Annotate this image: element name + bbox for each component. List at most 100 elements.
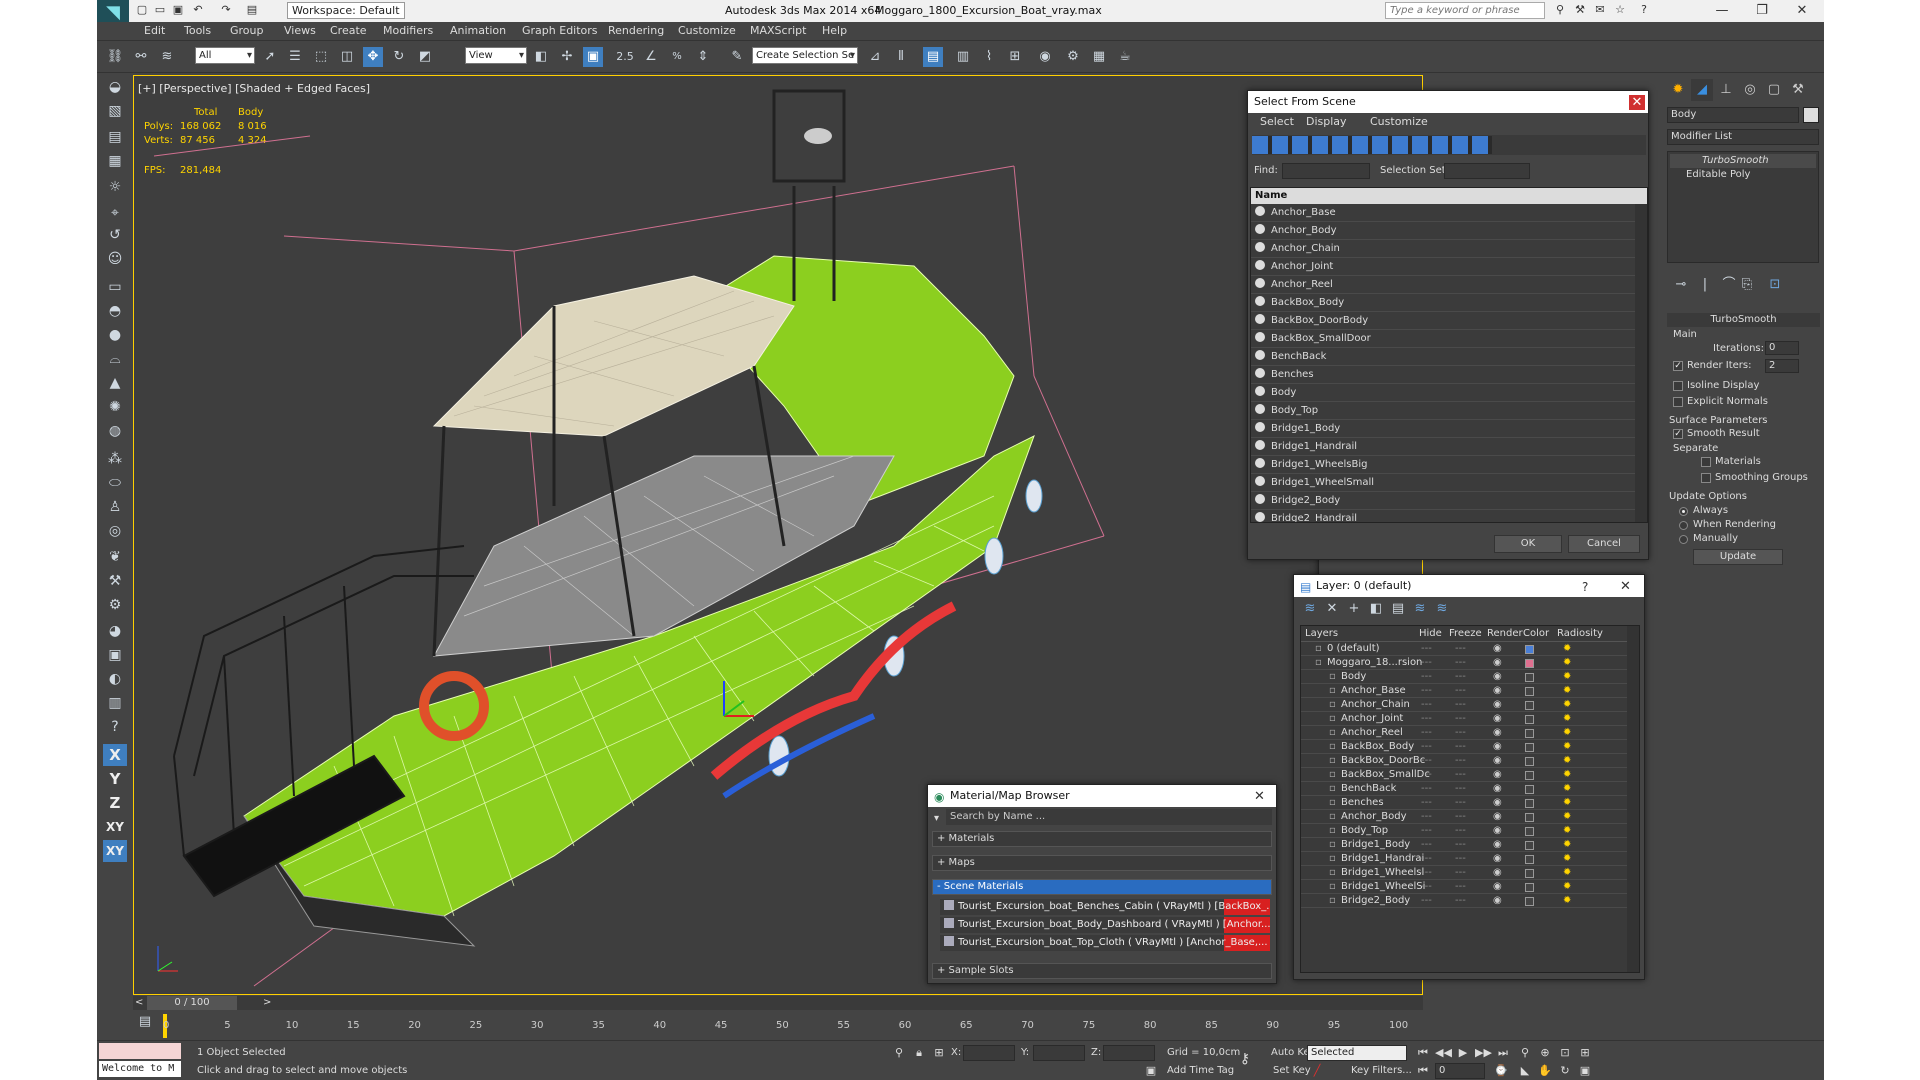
find-input[interactable] [1282,163,1370,179]
render-toggle-icon[interactable]: ◉ [1493,796,1502,810]
freeze-toggle[interactable]: --- [1455,866,1466,880]
go-to-end-icon[interactable]: ⏭ [1495,1045,1511,1061]
key-icon[interactable]: ⚷ [1237,1051,1253,1067]
layer-color-swatch[interactable] [1525,869,1534,878]
axis-x-button[interactable]: X [103,744,127,766]
graphite-ribbon-icon[interactable]: ▥ [953,47,973,67]
sfs-menu-customize[interactable]: Customize [1370,115,1428,128]
close-icon[interactable]: ✕ [1620,579,1631,594]
select-objects-in-layer-icon[interactable]: ◧ [1366,599,1386,619]
menu-modifiers[interactable]: Modifiers [383,24,433,37]
frame-buffer-icon[interactable]: ▥ [103,692,127,714]
radiosity-icon[interactable]: ✹ [1563,866,1571,880]
object-name-field[interactable]: Body [1667,107,1799,123]
radiosity-icon[interactable]: ✹ [1563,740,1571,754]
object-list-item[interactable]: Bridge1_Body [1251,420,1647,438]
particles-icon[interactable]: ⁂ [103,448,127,470]
select-and-rotate-icon[interactable]: ↻ [389,47,409,67]
remove-modifier-icon[interactable]: ⎘ [1737,275,1757,295]
object-list-item[interactable]: Anchor_Body [1251,222,1647,240]
character-icon[interactable]: ☺ [103,248,127,270]
object-list-item[interactable]: Bridge1_WheelsBig [1251,456,1647,474]
binoculars-icon[interactable]: ⚲ [1553,3,1567,17]
subscription-icon[interactable]: ⚒ [1573,3,1587,17]
set-key-mode-icon[interactable]: ╱ [1309,1063,1325,1079]
modify-tab-icon[interactable]: ◢ [1691,79,1713,101]
scene-material-item[interactable]: Tourist_Excursion_boat_Benches_Cabin ( V… [940,899,1270,915]
next-frame-icon[interactable]: ▶▶ [1475,1045,1492,1061]
render-toggle-icon[interactable]: ◉ [1493,698,1502,712]
render-toggle-icon[interactable]: ◉ [1493,670,1502,684]
light-icon[interactable]: ☼ [103,176,127,198]
smooth-result-checkbox[interactable]: ✓ [1673,429,1683,439]
render-toggle-icon[interactable]: ◉ [1493,838,1502,852]
radiosity-icon[interactable]: ✹ [1563,670,1571,684]
plane-icon[interactable]: ▭ [103,276,127,298]
set-key-button[interactable]: Set Key [1273,1065,1311,1076]
radiosity-icon[interactable]: ✹ [1563,796,1571,810]
update-button[interactable]: Update [1693,549,1783,565]
layer-color-swatch[interactable] [1525,715,1534,724]
ok-button[interactable]: OK [1494,535,1562,553]
save-file-icon[interactable]: ▣ [171,3,185,17]
render-toggle-icon[interactable]: ◉ [1493,880,1502,894]
add-time-tag-button[interactable]: Add Time Tag [1167,1065,1234,1076]
render-iters-checkbox[interactable]: ✓ [1673,361,1683,371]
material-sphere-icon[interactable]: ◍ [103,420,127,442]
rectangular-selection-icon[interactable]: ⬚ [311,47,331,67]
freeze-all-layers-icon[interactable]: ≋ [1432,599,1452,619]
favorites-icon[interactable]: ☆ [1613,3,1627,17]
layer-color-swatch[interactable] [1525,757,1534,766]
object-list-item[interactable]: Anchor_Reel [1251,276,1647,294]
x-coordinate-field[interactable] [963,1045,1015,1061]
layer-color-swatch[interactable] [1525,883,1534,892]
show-end-result-icon[interactable]: | [1695,275,1715,295]
hat-icon[interactable]: ⌓ [103,348,127,370]
y-coordinate-field[interactable] [1033,1045,1085,1061]
modifier-list-dropdown[interactable]: Modifier List [1667,129,1819,145]
layer-row[interactable]: ▫ 0 (default) --- --- ◉ ✹ [1301,642,1639,656]
schematic-view-icon[interactable]: ⊞ [1005,47,1025,67]
bind-space-warp-icon[interactable]: ≋ [157,47,177,67]
layer-row[interactable]: ▫ Anchor_Body --- --- ◉ ✹ [1301,810,1639,824]
object-list-item[interactable]: BackBox_DoorBody [1251,312,1647,330]
render-toggle-icon[interactable]: ◉ [1493,656,1502,670]
freeze-toggle[interactable]: --- [1455,642,1466,656]
percent-snap-icon[interactable]: % [667,47,687,67]
group-maps[interactable]: + Maps [932,855,1272,871]
separate-materials-checkbox[interactable] [1701,457,1711,467]
layer-row[interactable]: ▫ Bridge1_Handrai --- --- ◉ ✹ [1301,852,1639,866]
time-slider-thumb[interactable]: 0 / 100 [147,996,237,1010]
render-toggle-icon[interactable]: ◉ [1493,866,1502,880]
rendered-frame-window-icon[interactable]: ▦ [1089,47,1109,67]
create-layer-icon[interactable]: ≋ [1300,599,1320,619]
time-next-icon[interactable]: > [263,997,271,1008]
freeze-toggle[interactable]: --- [1455,712,1466,726]
layer-help-button[interactable]: ? [1582,580,1588,594]
layer-color-swatch[interactable] [1525,645,1534,654]
render-toggle-icon[interactable]: ◉ [1493,754,1502,768]
freeze-toggle[interactable]: --- [1455,656,1466,670]
unlink-icon[interactable]: ⚯ [131,47,151,67]
object-list-scrollbar[interactable] [1635,204,1647,522]
object-list-item[interactable]: Body_Top [1251,402,1647,420]
menu-graph-editors[interactable]: Graph Editors [522,24,598,37]
radiosity-icon[interactable]: ✹ [1563,642,1571,656]
gear-icon[interactable]: ⚙ [103,594,127,616]
edit-named-selection-icon[interactable]: ✎ [727,47,747,67]
new-file-icon[interactable]: ▢ [135,3,149,17]
highlight-selected-layer-icon[interactable]: ▤ [1388,599,1408,619]
selection-filter-dropdown[interactable]: All [195,47,255,64]
stack-turbosmooth[interactable]: TurboSmooth [1670,154,1816,168]
pan-icon[interactable]: ✋ [1537,1063,1553,1079]
column-header-name[interactable]: Name [1251,188,1647,204]
render-toggle-icon[interactable]: ◉ [1493,810,1502,824]
layer-row[interactable]: ▫ Bridge2_Body --- --- ◉ ✹ [1301,894,1639,908]
isoline-display-checkbox[interactable] [1673,381,1683,391]
hide-toggle[interactable]: --- [1421,796,1432,810]
layer-color-swatch[interactable] [1525,785,1534,794]
sfs-menu-display[interactable]: Display [1306,115,1347,128]
utilities-tab-icon[interactable]: ⚒ [1787,79,1809,101]
field-of-view-icon[interactable]: ◣ [1517,1063,1533,1079]
radiosity-icon[interactable]: ✹ [1563,754,1571,768]
